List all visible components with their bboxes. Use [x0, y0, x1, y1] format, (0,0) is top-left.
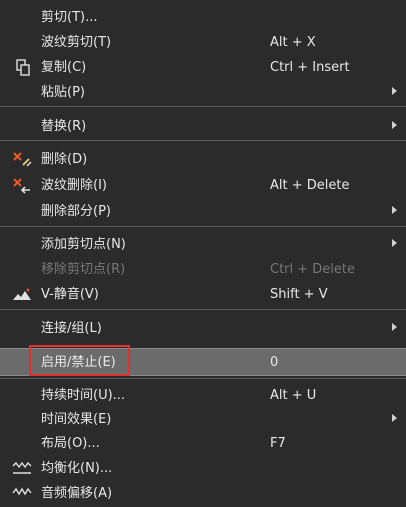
- delete-icon: [12, 151, 34, 169]
- menu-item-equalize[interactable]: 均衡化(N)...: [0, 456, 406, 481]
- submenu-arrow-icon: [392, 87, 397, 95]
- menu-item-copy[interactable]: 复制(C) Ctrl + Insert: [0, 55, 406, 80]
- menu-item-delete[interactable]: 删除(D): [0, 147, 406, 172]
- menu-item-v-mute[interactable]: V-静音(V) Shift + V: [0, 282, 406, 307]
- menu-separator: [0, 226, 406, 227]
- menu-item-ripple-cut[interactable]: 波纹剪切(T) Alt + X: [0, 30, 406, 55]
- menu-item-shortcut: Alt + X: [270, 35, 316, 50]
- menu-item-label: 波纹删除(I): [41, 178, 107, 193]
- submenu-arrow-icon: [392, 414, 397, 422]
- menu-item-shortcut: F7: [270, 436, 286, 451]
- menu-item-ripple-delete[interactable]: 波纹删除(I) Alt + Delete: [0, 173, 406, 198]
- menu-item-label: 剪切(T)...: [41, 10, 98, 25]
- menu-item-label: 替换(R): [41, 119, 87, 134]
- menu-separator: [0, 140, 406, 141]
- submenu-arrow-icon: [392, 239, 397, 247]
- menu-item-label: 复制(C): [41, 60, 87, 75]
- menu-item-label: 连接/组(L): [41, 321, 102, 336]
- menu-item-label: 粘贴(P): [41, 85, 85, 100]
- menu-separator: [0, 309, 406, 310]
- menu-item-label: 均衡化(N)...: [41, 461, 113, 476]
- menu-item-label: 音频偏移(A): [41, 486, 113, 501]
- menu-item-label: V-静音(V): [41, 287, 99, 302]
- menu-item-add-cut-point[interactable]: 添加剪切点(N): [0, 232, 406, 257]
- highlight-annotation-box: [29, 345, 130, 376]
- menu-item-label: 时间效果(E): [41, 412, 112, 427]
- audio-offset-icon: [12, 485, 34, 503]
- menu-item-label: 删除(D): [41, 152, 88, 167]
- menu-separator: [0, 106, 406, 107]
- menu-item-label: 添加剪切点(N): [41, 237, 126, 252]
- submenu-arrow-icon: [392, 323, 397, 331]
- menu-item-shortcut: 0: [270, 355, 279, 370]
- menu-item-label: 波纹剪切(T): [41, 35, 112, 50]
- menu-item-paste[interactable]: 粘贴(P): [0, 80, 406, 105]
- menu-item-remove-cut-point: 移除剪切点(R) Ctrl + Delete: [0, 257, 406, 282]
- menu-item-shortcut: Alt + Delete: [270, 178, 350, 193]
- submenu-arrow-icon: [392, 121, 397, 129]
- menu-item-shortcut: Ctrl + Delete: [270, 262, 356, 277]
- copy-icon: [12, 59, 34, 77]
- menu-separator: [0, 378, 406, 379]
- menu-item-time-effects[interactable]: 时间效果(E): [0, 407, 406, 432]
- menu-item-label: 布局(O)...: [41, 436, 100, 451]
- menu-item-replace[interactable]: 替换(R): [0, 114, 406, 139]
- ripple-delete-icon: [12, 177, 34, 195]
- submenu-arrow-icon: [392, 206, 397, 214]
- menu-item-link-group[interactable]: 连接/组(L): [0, 316, 406, 341]
- context-menu: 剪切(T)... 波纹剪切(T) Alt + X 复制(C) Ctrl + In…: [0, 0, 406, 501]
- menu-item-shortcut: Alt + U: [270, 388, 317, 403]
- menu-item-label: 移除剪切点(R): [41, 262, 126, 277]
- menu-item-cut[interactable]: 剪切(T)...: [0, 5, 406, 30]
- menu-item-duration[interactable]: 持续时间(U)... Alt + U: [0, 383, 406, 408]
- menu-item-shortcut: Ctrl + Insert: [270, 60, 350, 75]
- menu-item-delete-part[interactable]: 删除部分(P): [0, 199, 406, 224]
- v-mute-icon: [12, 286, 34, 304]
- menu-item-shortcut: Shift + V: [270, 287, 328, 302]
- menu-item-label: 删除部分(P): [41, 204, 111, 219]
- equalize-icon: [12, 460, 34, 478]
- menu-item-layout[interactable]: 布局(O)... F7: [0, 431, 406, 456]
- menu-item-label: 持续时间(U)...: [41, 388, 126, 403]
- menu-item-audio-offset[interactable]: 音频偏移(A): [0, 481, 406, 506]
